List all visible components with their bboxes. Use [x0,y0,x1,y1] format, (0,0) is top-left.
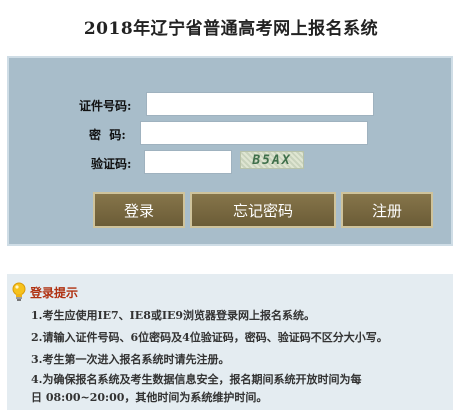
hint-line: 2.请输入证件号码、6位密码及4位验证码，密码、验证码不区分大小写。 [31,331,388,344]
captcha-label: 验证码: [91,157,132,171]
hint-line: 4.为确保报名系统及考生数据信息安全，报名期间系统开放时间为每 [31,373,362,386]
register-button[interactable]: 注册 [341,192,433,228]
login-panel: 证件号码: 密 码: 验证码: B5AX 登录 忘记密码 注册 [7,56,453,246]
password-label: 密 码: [89,128,126,142]
hint-line: 1.考生应使用IE7、IE8或IE9浏览器登录网上报名系统。 [31,309,316,322]
login-button[interactable]: 登录 [93,192,185,228]
captcha-input[interactable] [144,150,232,174]
id-number-label: 证件号码: [79,99,132,113]
lightbulb-icon [11,282,27,302]
login-hint-header: 登录提示 [11,282,78,302]
login-hint-box: 登录提示 1.考生应使用IE7、IE8或IE9浏览器登录网上报名系统。 2.请输… [7,274,453,410]
hint-line: 日 08:00~20:00，其他时间为系统维护时间。 [31,391,268,404]
password-input[interactable] [140,121,368,145]
forgot-password-button[interactable]: 忘记密码 [190,192,336,228]
page-title: 2018年辽宁省普通高考网上报名系统 [83,19,379,39]
login-hint-title: 登录提示 [30,285,79,300]
captcha-image[interactable]: B5AX [240,151,304,169]
hint-line: 3.考生第一次进入报名系统时请先注册。 [31,353,230,366]
id-number-input[interactable] [146,92,374,116]
